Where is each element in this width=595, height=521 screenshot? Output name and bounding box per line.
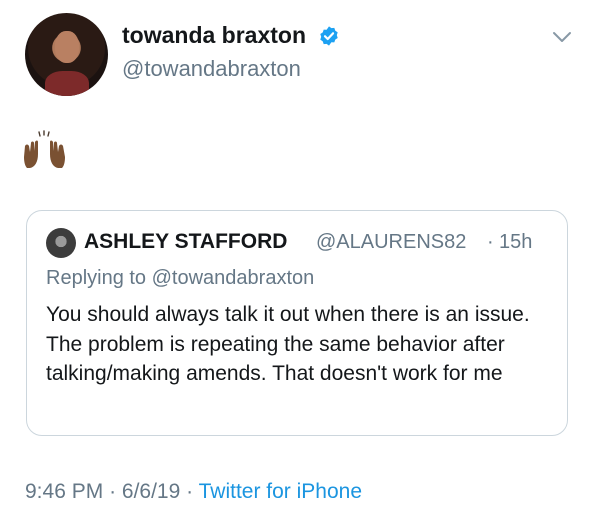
replying-to-label: Replying to	[46, 267, 147, 289]
tweet-time[interactable]: 9:46 PM	[25, 480, 103, 503]
raising-hands-emoji	[24, 130, 65, 168]
avatar-face	[55, 31, 79, 63]
avatar-collar	[45, 71, 89, 96]
tweet-date[interactable]: 6/6/19	[122, 480, 180, 503]
tweet-metadata: 9:46 PM · 6/6/19 · Twitter for iPhone	[25, 480, 362, 504]
verified-badge-icon	[320, 26, 338, 46]
quoted-tweet-text: You should always talk it out when there…	[46, 303, 530, 385]
quoted-author-name: ASHLEY STAFFORD	[84, 230, 288, 253]
tweet-source-link[interactable]: Twitter for iPhone	[199, 480, 362, 503]
replying-to-line: Replying to @towandabraxton	[46, 267, 314, 290]
author-avatar[interactable]	[25, 13, 108, 96]
quoted-author-handle: @ALAURENS82	[316, 231, 467, 253]
quoted-tweet-card[interactable]: ASHLEY STAFFORD @ALAURENS82 · 15h Replyi…	[26, 210, 568, 436]
quoted-separator: ·	[487, 231, 494, 253]
meta-separator: ·	[109, 480, 117, 503]
quoted-timestamp: 15h	[499, 231, 533, 253]
meta-separator: ·	[186, 480, 194, 503]
author-name[interactable]: towanda braxton	[122, 22, 306, 49]
replying-to-mention: @towandabraxton	[151, 267, 315, 289]
chevron-down-icon[interactable]	[552, 30, 572, 44]
quoted-author-avatar[interactable]	[46, 228, 76, 258]
author-handle[interactable]: @towandabraxton	[122, 56, 301, 82]
